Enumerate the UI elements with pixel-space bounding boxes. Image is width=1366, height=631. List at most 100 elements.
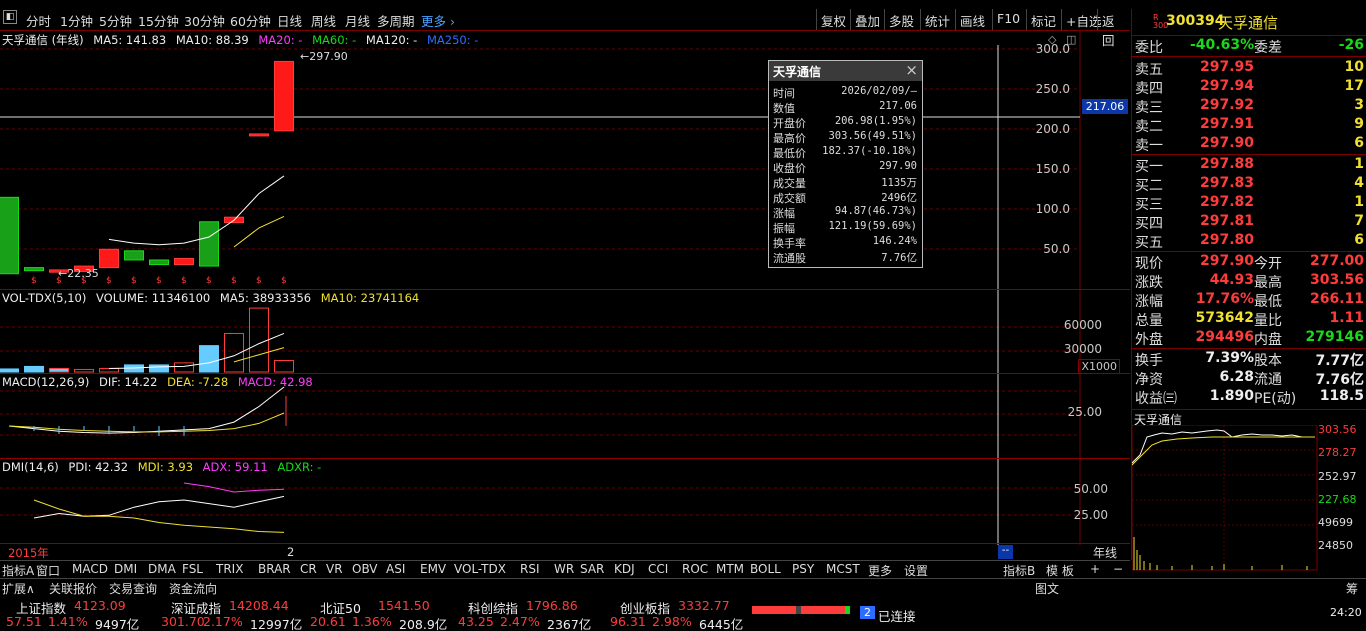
- quote-panel: R 300 300394 天孚通信 委比 -40.63% 委差 -26 卖五 297…: [1131, 9, 1366, 571]
- bottom-right-tab[interactable]: 图文: [1035, 580, 1059, 597]
- tab-1min[interactable]: 1分钟: [60, 11, 93, 30]
- sell-row[interactable]: 卖二 297.91 9: [1134, 116, 1366, 135]
- sell-row[interactable]: 卖五 297.95 10: [1134, 59, 1366, 78]
- quote-row: 收益㈢ 1.890 PE(动) 118.5: [1134, 388, 1366, 407]
- indicator-tab-更多[interactable]: 更多: [868, 562, 892, 579]
- quote-value: 44.93: [1209, 272, 1254, 288]
- tooltip-value: 1135万: [881, 177, 917, 189]
- indicator-tab-brar[interactable]: BRAR: [258, 562, 291, 576]
- indicator-tab-cci[interactable]: CCI: [648, 562, 668, 576]
- indicator-tab-mtm[interactable]: MTM: [716, 562, 744, 576]
- tab-more[interactable]: 更多 ›: [421, 11, 455, 30]
- indicator-tab-trix[interactable]: TRIX: [216, 562, 243, 576]
- quote-label-2: 股本: [1254, 353, 1282, 369]
- buy-label: 买一: [1135, 159, 1163, 175]
- close-icon[interactable]: ×: [905, 61, 918, 79]
- stock-name: 天孚通信: [1218, 14, 1279, 32]
- tab-multi-period[interactable]: 多周期: [377, 11, 415, 30]
- index-pct: 2.98%: [652, 614, 692, 629]
- indicator-tab-asi[interactable]: ASI: [386, 562, 405, 576]
- indicator-tab-fsl[interactable]: FSL: [182, 562, 203, 576]
- btn-f10[interactable]: F10: [992, 9, 1024, 30]
- x-axis-start-label: 2015年: [8, 546, 49, 560]
- indicator-tab-wr[interactable]: WR: [554, 562, 574, 576]
- vol-ma10-line: [233, 347, 285, 363]
- panel-divider: [0, 543, 1130, 544]
- btn-diejia[interactable]: 叠加: [850, 9, 884, 30]
- tab-weekly[interactable]: 周线: [311, 11, 336, 30]
- indicator-tab-dma[interactable]: DMA: [148, 562, 176, 576]
- indicator-tab-rsi[interactable]: RSI: [520, 562, 540, 576]
- indicator-tab-设置[interactable]: 设置: [904, 562, 928, 579]
- indicator-right-3[interactable]: −: [1113, 562, 1123, 576]
- tooltip-value: 217.06: [879, 100, 917, 112]
- indicator-tab-emv[interactable]: EMV: [420, 562, 446, 576]
- indicator-tab-vol-tdx[interactable]: VOL-TDX: [454, 562, 506, 576]
- bottom-tab[interactable]: 交易查询: [109, 580, 157, 597]
- indicator-tab-dmi[interactable]: DMI: [114, 562, 137, 576]
- indicator-right-0[interactable]: 指标B: [1003, 562, 1035, 579]
- dividend-marker: $: [106, 276, 112, 286]
- tab-60min[interactable]: 60分钟: [230, 11, 271, 30]
- indicator-tab-指标a[interactable]: 指标A: [2, 562, 34, 579]
- index-pct: 2.17%: [203, 614, 243, 629]
- btn-fuquan[interactable]: 复权: [816, 9, 850, 30]
- x-axis-end-label: 2: [287, 545, 295, 559]
- indicator-tab-roc[interactable]: ROC: [682, 562, 708, 576]
- indicator-tab-kdj[interactable]: KDJ: [614, 562, 635, 576]
- buy-row[interactable]: 买二 297.83 4: [1134, 175, 1366, 194]
- bottom-right-tab[interactable]: 筹: [1346, 580, 1358, 597]
- indicator-tab-macd[interactable]: MACD: [72, 562, 108, 576]
- indicator-tab-sar[interactable]: SAR: [580, 562, 604, 576]
- tooltip-value: 206.98(1.95%): [834, 115, 917, 127]
- tab-5min[interactable]: 5分钟: [99, 11, 132, 30]
- sell-row[interactable]: 卖三 297.92 3: [1134, 97, 1366, 116]
- buy-price: 297.82: [1199, 194, 1254, 210]
- btn-biaoji[interactable]: 标记: [1026, 9, 1060, 30]
- tab-fenshi[interactable]: 分时: [26, 11, 51, 30]
- btn-tongji[interactable]: 统计: [920, 9, 954, 30]
- indicator-tab-obv[interactable]: OBV: [352, 562, 378, 576]
- menu-icon[interactable]: ◧: [3, 10, 17, 24]
- connection-count[interactable]: 2: [860, 606, 875, 619]
- candle: [274, 60, 294, 132]
- tab-monthly[interactable]: 月线: [345, 11, 370, 30]
- bottom-tab[interactable]: 扩展∧: [2, 580, 35, 597]
- indicator-right-2[interactable]: +: [1090, 562, 1100, 576]
- sell-row[interactable]: 卖四 297.94 17: [1134, 78, 1366, 97]
- ma250-label: MA250: -: [426, 33, 479, 47]
- tab-30min[interactable]: 30分钟: [184, 11, 225, 30]
- bottom-tab[interactable]: 资金流向: [169, 580, 217, 597]
- quote-label: 收益㈢: [1135, 391, 1177, 407]
- btn-huaxian[interactable]: 画线: [955, 9, 989, 30]
- indicator-tab-boll[interactable]: BOLL: [750, 562, 781, 576]
- index-amount: 12997亿: [250, 617, 303, 631]
- volume-unit: X1000: [1078, 359, 1120, 374]
- macd-dif-line: [8, 386, 285, 434]
- chart-area[interactable]: $ $ $ $ $ $ $ $ $ $ $ 天孚通信 (年线) MA5: 141.83 MA10: …: [0, 31, 1130, 560]
- quote-value-2: 277.00: [1309, 253, 1364, 269]
- data-tooltip: 天孚通信 × 时间 2026/02/09/— 数值 217.06 开盘价 206.98(1…: [768, 60, 923, 268]
- tab-daily[interactable]: 日线: [277, 11, 302, 30]
- indicator-tab-窗口[interactable]: 窗口: [36, 562, 60, 579]
- buy-row[interactable]: 买一 297.88 1: [1134, 156, 1366, 175]
- index-change: 301.70: [161, 614, 205, 629]
- indicator-right-1[interactable]: 模 板: [1046, 562, 1074, 579]
- sell-qty: 3: [1354, 97, 1364, 113]
- sell-qty: 17: [1344, 78, 1364, 94]
- btn-back[interactable]: 返回: [1097, 9, 1130, 48]
- tab-15min[interactable]: 15分钟: [138, 11, 179, 30]
- quote-value-2: 1.11: [1329, 310, 1364, 326]
- indicator-tab-mcst[interactable]: MCST: [826, 562, 860, 576]
- sell-row[interactable]: 卖一 297.90 6: [1134, 135, 1366, 154]
- connection-label[interactable]: 已连接: [878, 606, 916, 625]
- bottom-tab[interactable]: 关联报价: [49, 580, 97, 597]
- indicator-tab-cr[interactable]: CR: [300, 562, 317, 576]
- indicator-tab-vr[interactable]: VR: [326, 562, 343, 576]
- panel-divider: [0, 289, 1130, 290]
- indicator-tab-psy[interactable]: PSY: [792, 562, 814, 576]
- btn-duogu[interactable]: 多股: [884, 9, 918, 30]
- buy-row[interactable]: 买四 297.81 7: [1134, 213, 1366, 232]
- buy-row[interactable]: 买三 297.82 1: [1134, 194, 1366, 213]
- buy-row[interactable]: 买五 297.80 6: [1134, 232, 1366, 251]
